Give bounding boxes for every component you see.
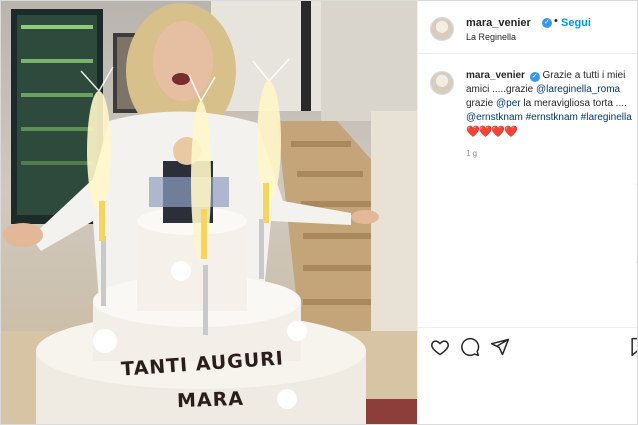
verified-badge-icon: ✓ <box>529 72 540 82</box>
post-time: 1 g <box>466 149 478 158</box>
caption-text: mara_venier ✓ Grazie a tutti i miei amic… <box>466 69 636 140</box>
mention-lareginella-roma[interactable]: @lareginella_roma <box>536 84 620 95</box>
hearts-emoji: ❤️❤️❤️❤️ <box>466 126 518 138</box>
caption-part3: la meravigliosa torta .... <box>520 98 627 109</box>
post-header: mara_venier ✓ • Segui La Reginella <box>418 1 637 54</box>
cake-inscription-line2: MARA <box>176 387 245 413</box>
follow-separator: • <box>554 15 558 27</box>
share-icon[interactable] <box>490 337 510 362</box>
hashtag-lareginella[interactable]: #lareginella <box>581 112 632 123</box>
mention-per[interactable]: @per <box>496 98 521 109</box>
caption-part2: grazie <box>466 98 497 109</box>
comment-icon[interactable] <box>460 337 480 362</box>
post-username[interactable]: mara_venier <box>466 17 531 29</box>
mention-ernstknam[interactable]: @ernstknam <box>466 112 523 123</box>
hashtag-ernstknam[interactable]: #ernstknam <box>526 112 578 123</box>
post-location[interactable]: La Reginella <box>466 32 516 42</box>
action-bar <box>418 327 637 364</box>
bookmark-icon[interactable] <box>628 337 637 362</box>
heart-icon[interactable] <box>430 337 450 362</box>
caption-avatar[interactable] <box>430 71 454 95</box>
post-frame: TANTI AUGURI MARA mara_venier ✓ • Segui … <box>0 0 638 425</box>
post-side-panel: mara_venier ✓ • Segui La Reginella mara_… <box>417 1 637 424</box>
verified-badge-icon: ✓ <box>542 18 552 28</box>
post-photo[interactable]: TANTI AUGURI MARA <box>1 1 417 424</box>
caption-username[interactable]: mara_venier <box>466 70 525 81</box>
follow-button[interactable]: Segui <box>561 17 591 29</box>
avatar[interactable] <box>430 17 454 41</box>
